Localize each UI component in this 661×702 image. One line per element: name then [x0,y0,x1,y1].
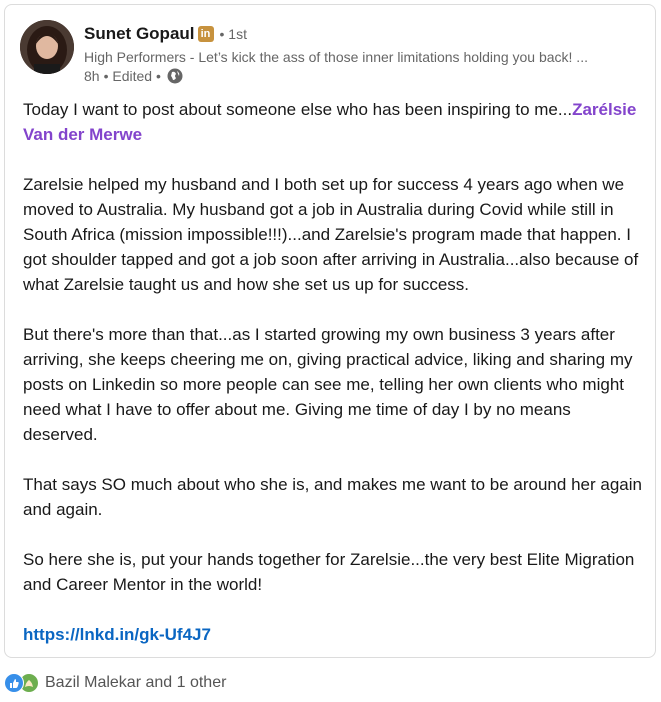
author-avatar[interactable] [20,20,74,74]
globe-icon [167,68,183,84]
author-headline: High Performers - Let’s kick the ass of … [84,49,588,65]
post-link[interactable]: https://lnkd.in/gk-Uf4J7 [23,625,211,644]
post-time: 8h [84,68,100,84]
post-paragraph: Zarelsie helped my husband and I both se… [23,175,639,294]
reactions-count[interactable]: Bazil Malekar and 1 other [45,674,226,692]
post-paragraph: So here she is, put your hands together … [23,550,635,594]
avatar-photo-icon [20,20,74,74]
connection-degree: • 1st [219,26,247,42]
edited-label: • Edited • [103,68,161,84]
post-paragraph: That says SO much about who she is, and … [23,475,642,519]
post-paragraph: https://lnkd.in/gk-Uf4J7 [23,622,649,647]
post-intro-text: Today I want to post about someone else … [23,100,573,119]
post-paragraph: Today I want to post about someone else … [23,97,649,147]
post-body: Today I want to post about someone else … [23,97,649,672]
author-name[interactable]: Sunet Gopaul [84,24,195,44]
post-meta: 8h • Edited • [84,68,183,84]
linkedin-premium-icon: in [197,26,214,42]
reactions-bar[interactable]: Bazil Malekar and 1 other [4,672,226,694]
post-paragraph: But there's more than that...as I starte… [23,325,633,444]
like-icon [4,673,24,693]
post-card: Sunet Gopaul in • 1st High Performers - … [4,4,656,658]
